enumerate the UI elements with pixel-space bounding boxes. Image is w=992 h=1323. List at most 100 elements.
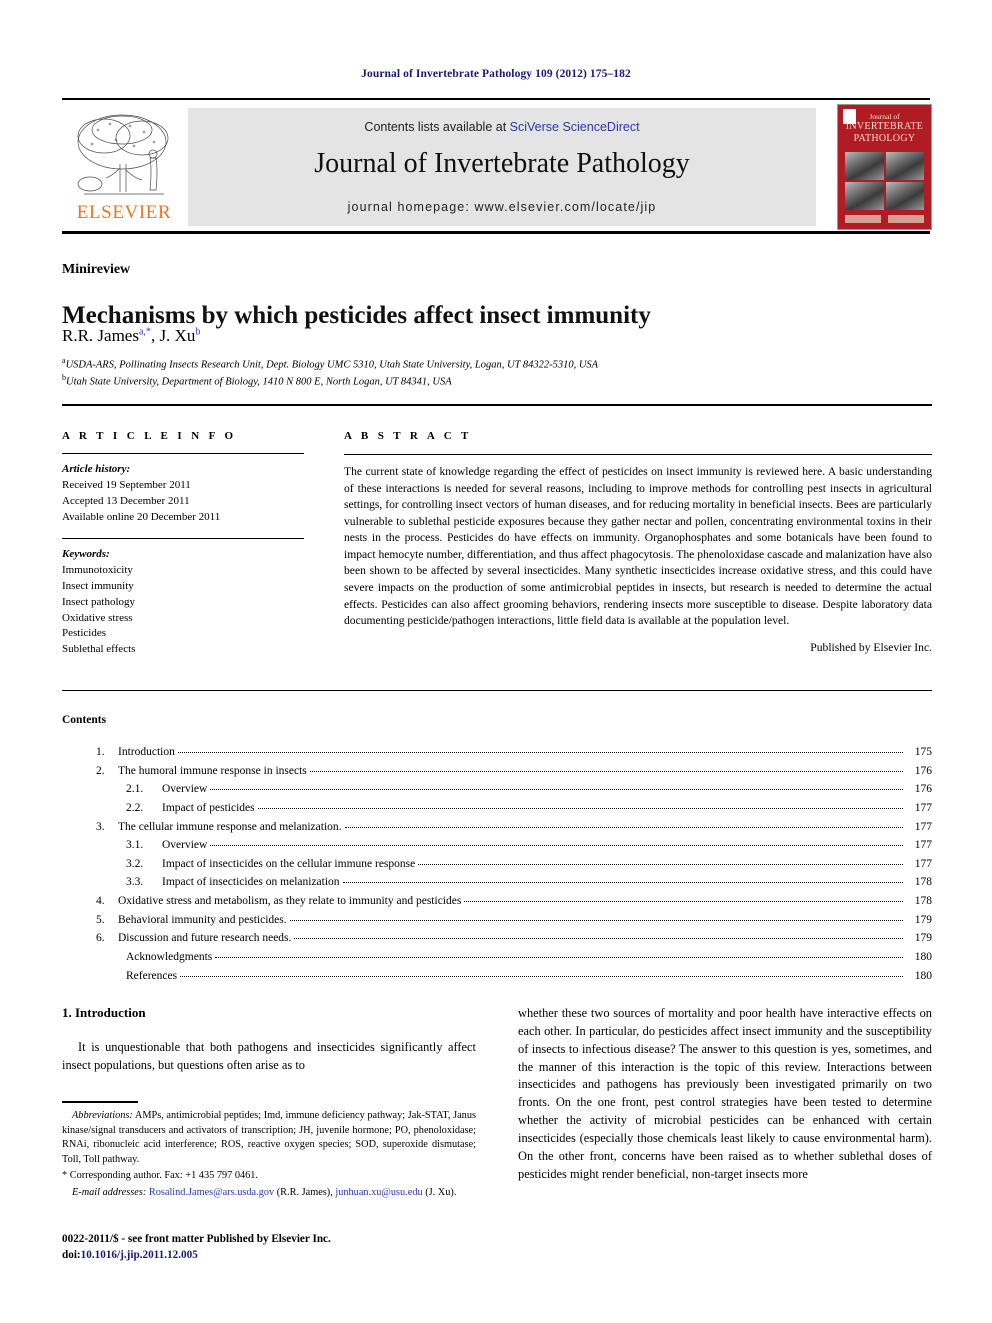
masthead-grey-band: Contents lists available at SciVerse Sci…	[188, 108, 816, 226]
toc-leader-dots	[344, 826, 903, 828]
affiliation-item: bUtah State University, Department of Bi…	[62, 373, 942, 390]
toc-leader-dots	[289, 919, 903, 921]
cover-title-line2: INVERTEBRATE	[845, 121, 924, 133]
toc-leader-dots	[177, 752, 903, 753]
toc-number: 2.2.	[126, 801, 144, 814]
journal-homepage-link[interactable]: journal homepage: www.elsevier.com/locat…	[188, 200, 816, 214]
email-label: E-mail addresses:	[72, 1187, 147, 1199]
toc-label: Impact of insecticides on melanization	[162, 876, 340, 889]
toc-row[interactable]: 2. The humoral immune response in insects…	[96, 762, 932, 781]
keyword-item: Insect immunity	[62, 579, 134, 592]
masthead-top-rule	[62, 98, 930, 100]
cover-photo-grid	[845, 152, 924, 210]
toc-number: 1.	[96, 746, 105, 758]
toc-leader-dots	[180, 975, 903, 977]
email-link-2[interactable]: junhuan.xu@usu.edu	[335, 1187, 422, 1198]
cover-title-line3: PATHOLOGY	[853, 132, 916, 144]
author-marks: b	[195, 326, 201, 338]
affiliation-list: aUSDA-ARS, Pollinating Insects Research …	[62, 356, 942, 389]
article-history-label: Article history:	[62, 463, 131, 475]
abstract-rule	[344, 454, 932, 455]
cover-footer-bar	[845, 215, 924, 225]
toc-label: The humoral immune response in insects	[118, 764, 307, 777]
toc-row[interactable]: References 180	[96, 967, 932, 986]
toc-leader-dots	[210, 789, 903, 791]
abbreviations-note: Abbreviations: AMPs, antimicrobial pepti…	[62, 1109, 476, 1167]
toc-leader-dots	[464, 901, 903, 902]
toc-page-number: 179	[914, 932, 932, 945]
toc-page-number: 180	[914, 950, 932, 963]
toc-row[interactable]: 3.3. Impact of insecticides on melanizati…	[96, 873, 932, 892]
contents-available-prefix: Contents lists available at	[364, 120, 510, 134]
cover-title-line1: Journal of	[869, 112, 900, 121]
running-head: Journal of Invertebrate Pathology 109 (2…	[361, 68, 631, 80]
journal-article-page: Journal of Invertebrate Pathology 109 (2…	[0, 0, 992, 1323]
doi-value[interactable]: 10.1016/j.jip.2011.12.005	[81, 1249, 198, 1261]
toc-row[interactable]: 3. The cellular immune response and melan…	[96, 818, 932, 837]
affiliation-text: USDA-ARS, Pollinating Insects Research U…	[65, 359, 599, 371]
keyword-item: Immunotoxicity	[62, 563, 133, 576]
toc-leader-dots	[418, 863, 903, 865]
abbreviations-label: Abbreviations:	[72, 1110, 133, 1121]
keyword-item: Pesticides	[62, 627, 106, 640]
masthead-bottom-rule	[62, 231, 930, 234]
toc-row[interactable]: 2.1. Overview 176	[96, 780, 932, 799]
toc-leader-dots	[257, 807, 903, 809]
email-owner-1: (R.R. James),	[274, 1187, 336, 1199]
footnote-separator-rule	[62, 1101, 138, 1103]
toc-leader-dots	[210, 845, 903, 847]
article-history-item: Accepted 13 December 2011	[62, 494, 190, 507]
contents-available-line: Contents lists available at SciVerse Sci…	[188, 120, 816, 134]
cover-title: Journal of INVERTEBRATE PATHOLOGY	[844, 112, 925, 144]
email-link-1[interactable]: Rosalind.James@ars.usda.gov	[149, 1187, 274, 1198]
toc-label: Behavioral immunity and pesticides.	[118, 913, 287, 926]
article-info-heading: A R T I C L E I N F O	[62, 430, 237, 442]
sciencedirect-link[interactable]: SciVerse ScienceDirect	[510, 120, 640, 134]
body-column-left: 1. Introduction It is unquestionable tha…	[62, 1005, 476, 1075]
doi-label: doi:	[62, 1248, 81, 1261]
abstract-heading: A B S T R A C T	[344, 430, 472, 442]
author-marks: a,*	[138, 326, 151, 338]
toc-row[interactable]: 5. Behavioral immunity and pesticides. 179	[96, 911, 932, 930]
table-of-contents: 1. Introduction 175 2. The humoral immune re…	[96, 743, 932, 985]
journal-cover-thumbnail: Journal of INVERTEBRATE PATHOLOGY	[837, 104, 932, 230]
toc-row[interactable]: 3.1. Overview 177	[96, 836, 932, 855]
abstract-text: The current state of knowledge regarding…	[344, 465, 932, 628]
toc-page-number: 180	[914, 969, 932, 982]
toc-row[interactable]: Acknowledgments 180	[96, 948, 932, 967]
elsevier-tree-icon	[77, 114, 169, 195]
toc-label: Oxidative stress and metabolism, as they…	[118, 895, 462, 907]
article-history-item: Received 19 September 2011	[62, 478, 191, 491]
toc-label: Impact of pesticides	[162, 801, 255, 814]
toc-page-number: 178	[914, 895, 932, 907]
toc-row[interactable]: 3.2. Impact of insecticides on the cellul…	[96, 855, 932, 874]
toc-label: Discussion and future research needs.	[118, 932, 292, 945]
toc-row[interactable]: 4. Oxidative stress and metabolism, as th…	[96, 892, 932, 911]
affiliation-item: aUSDA-ARS, Pollinating Insects Research …	[62, 356, 942, 373]
cover-photo	[845, 152, 884, 180]
abstract-publisher-line: Published by Elsevier Inc.	[810, 641, 932, 655]
toc-row[interactable]: 6. Discussion and future research needs. 1…	[96, 929, 932, 948]
abstract-column: A B S T R A C T The current state of kno…	[344, 430, 932, 654]
toc-leader-dots	[309, 770, 903, 772]
article-info-column: A R T I C L E I N F O Article history: R…	[62, 430, 304, 658]
toc-label: Overview	[162, 839, 208, 852]
toc-number: 3.3.	[126, 876, 144, 889]
toc-row[interactable]: 2.2. Impact of pesticides 177	[96, 799, 932, 818]
toc-row[interactable]: 1. Introduction 175	[96, 743, 932, 762]
intro-paragraph-right: whether these two sources of mortality a…	[518, 1006, 932, 1181]
colophon: 0022-2011/$ - see front matter Published…	[62, 1232, 331, 1264]
article-type-label: Minireview	[62, 262, 131, 277]
toc-page-number: 177	[914, 839, 932, 852]
abstract-block-top-rule	[62, 404, 932, 406]
footnote-block: Abbreviations: AMPs, antimicrobial pepti…	[62, 1109, 476, 1201]
cover-footer-text-block	[888, 215, 924, 223]
cover-photo	[845, 182, 884, 210]
abstract-block-bottom-rule	[62, 690, 932, 691]
toc-number: 3.	[96, 820, 105, 833]
keywords-rule	[62, 537, 304, 539]
keyword-item: Sublethal effects	[62, 643, 136, 656]
article-history-item: Available online 20 December 2011	[62, 510, 221, 523]
toc-page-number: 177	[914, 801, 932, 814]
contents-heading: Contents	[62, 714, 107, 726]
